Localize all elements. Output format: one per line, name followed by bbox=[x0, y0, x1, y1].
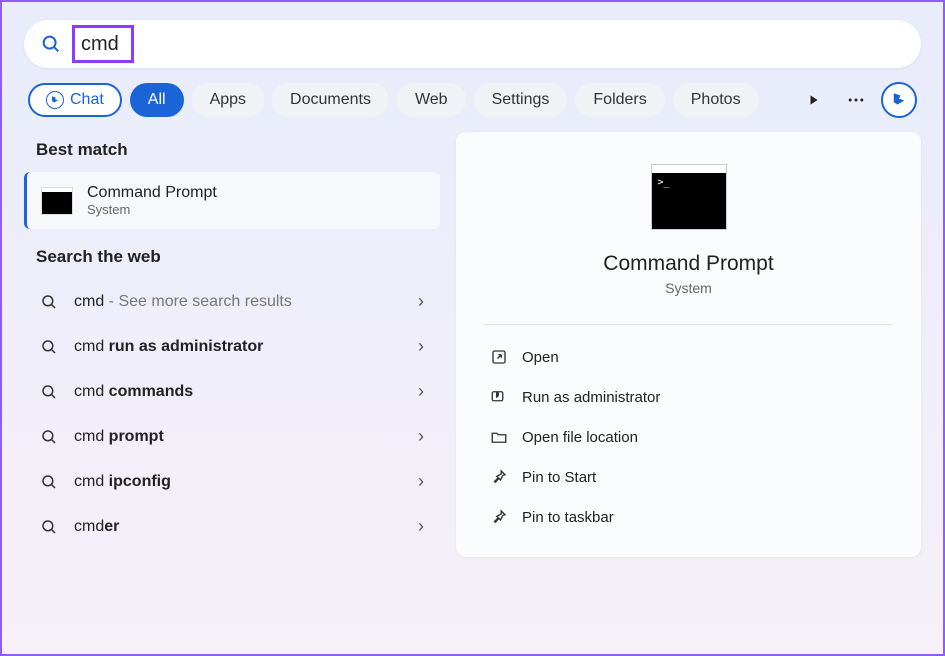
best-match-title: Command Prompt bbox=[87, 184, 217, 202]
search-icon bbox=[40, 293, 58, 311]
action-pin-to-taskbar[interactable]: Pin to taskbar bbox=[484, 497, 893, 537]
chat-label: Chat bbox=[70, 91, 104, 109]
filter-web[interactable]: Web bbox=[397, 83, 466, 117]
best-match-subtitle: System bbox=[87, 202, 217, 217]
filter-folders[interactable]: Folders bbox=[575, 83, 664, 117]
web-result[interactable]: cmd run as administrator › bbox=[24, 324, 440, 369]
command-prompt-icon-large bbox=[651, 164, 727, 230]
folder-icon bbox=[490, 428, 508, 446]
web-result[interactable]: cmd prompt › bbox=[24, 414, 440, 459]
search-input[interactable]: cmd bbox=[72, 25, 134, 63]
action-label: Pin to Start bbox=[522, 469, 596, 486]
action-label: Run as administrator bbox=[522, 389, 660, 406]
bing-icon bbox=[46, 91, 64, 109]
filter-row: Chat All Apps Documents Web Settings Fol… bbox=[2, 82, 943, 132]
web-result-label: cmder bbox=[74, 518, 418, 536]
detail-panel: Command Prompt System Open Run as adminis… bbox=[456, 132, 921, 557]
search-icon bbox=[40, 338, 58, 356]
command-prompt-icon bbox=[41, 187, 73, 215]
pin-icon bbox=[490, 468, 508, 486]
web-result[interactable]: cmd ipconfig › bbox=[24, 459, 440, 504]
action-run-as-administrator[interactable]: Run as administrator bbox=[484, 377, 893, 417]
search-icon bbox=[40, 33, 62, 55]
search-icon bbox=[40, 428, 58, 446]
filter-settings[interactable]: Settings bbox=[474, 83, 568, 117]
filter-documents[interactable]: Documents bbox=[272, 83, 389, 117]
chevron-right-icon: › bbox=[418, 336, 424, 357]
admin-icon bbox=[490, 388, 508, 406]
best-match-heading: Best match bbox=[24, 132, 440, 172]
results-column: Best match Command Prompt System Search … bbox=[24, 132, 440, 557]
web-result-label: cmd ipconfig bbox=[74, 473, 418, 491]
search-icon bbox=[40, 383, 58, 401]
detail-title: Command Prompt bbox=[603, 252, 773, 276]
filter-apps[interactable]: Apps bbox=[192, 83, 264, 117]
web-result[interactable]: cmd commands › bbox=[24, 369, 440, 414]
pin-icon bbox=[490, 508, 508, 526]
action-pin-to-start[interactable]: Pin to Start bbox=[484, 457, 893, 497]
chevron-right-icon: › bbox=[418, 291, 424, 312]
action-label: Pin to taskbar bbox=[522, 509, 614, 526]
web-result-label: cmd - See more search results bbox=[74, 293, 418, 311]
web-result-label: cmd prompt bbox=[74, 428, 418, 446]
chevron-right-icon: › bbox=[418, 381, 424, 402]
best-match-item[interactable]: Command Prompt System bbox=[24, 172, 440, 229]
action-label: Open file location bbox=[522, 429, 638, 446]
search-icon bbox=[40, 518, 58, 536]
filter-photos[interactable]: Photos bbox=[673, 83, 759, 117]
action-open-file-location[interactable]: Open file location bbox=[484, 417, 893, 457]
chat-button[interactable]: Chat bbox=[28, 83, 122, 117]
web-result[interactable]: cmder › bbox=[24, 504, 440, 549]
open-icon bbox=[490, 348, 508, 366]
more-icon[interactable] bbox=[839, 83, 873, 117]
action-open[interactable]: Open bbox=[484, 337, 893, 377]
chevron-right-icon: › bbox=[418, 471, 424, 492]
search-bar[interactable]: cmd bbox=[24, 20, 921, 68]
web-result-label: cmd commands bbox=[74, 383, 418, 401]
chevron-right-icon: › bbox=[418, 426, 424, 447]
search-icon bbox=[40, 473, 58, 491]
filter-all[interactable]: All bbox=[130, 83, 184, 117]
action-label: Open bbox=[522, 349, 559, 366]
search-web-heading: Search the web bbox=[24, 239, 440, 279]
web-result-label: cmd run as administrator bbox=[74, 338, 418, 356]
web-result[interactable]: cmd - See more search results › bbox=[24, 279, 440, 324]
chevron-right-icon: › bbox=[418, 516, 424, 537]
expand-icon[interactable] bbox=[797, 83, 831, 117]
bing-chat-icon[interactable] bbox=[881, 82, 917, 118]
detail-subtitle: System bbox=[665, 280, 712, 296]
